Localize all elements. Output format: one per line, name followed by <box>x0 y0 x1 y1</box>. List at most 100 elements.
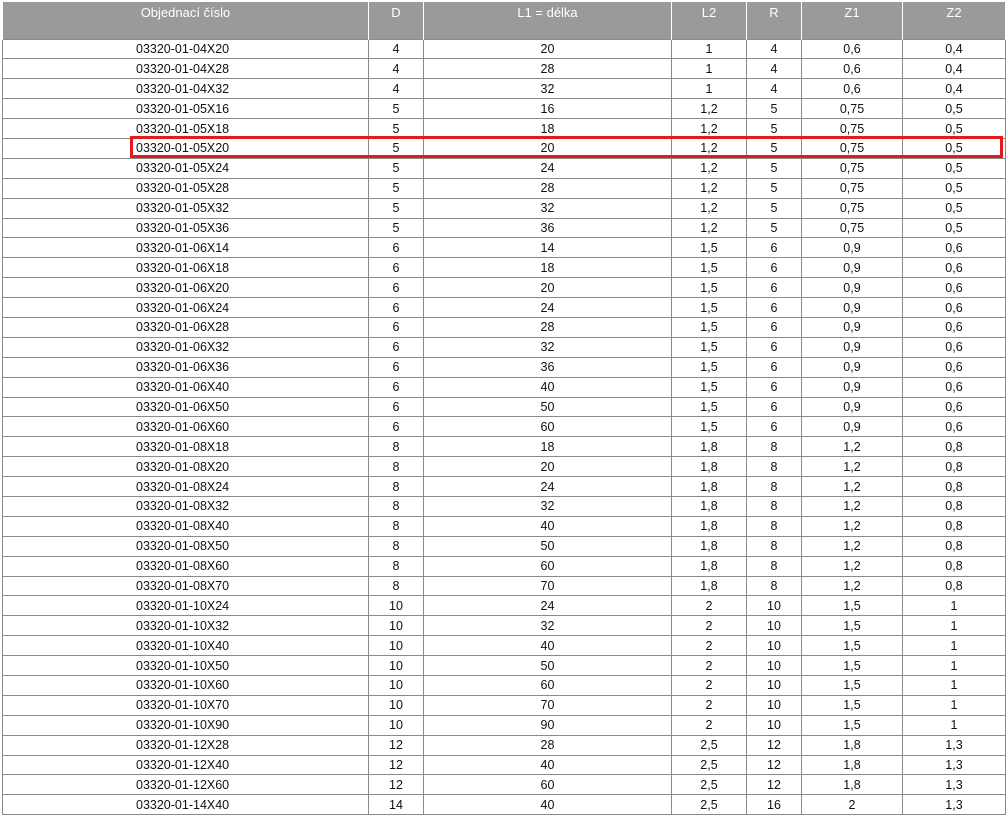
table-row: 03320-01-04X28 4 28 1 4 0,6 0,4 <box>2 58 1006 80</box>
cell-z2: 0,8 <box>902 515 1006 537</box>
cell-z2: 0,5 <box>902 118 1006 139</box>
cell-l2: 1,8 <box>671 495 747 517</box>
cell-d: 12 <box>368 774 424 796</box>
cell-l1-length: 20 <box>423 277 672 299</box>
cell-z2: 0,5 <box>902 137 1006 159</box>
cell-order-number: 03320-01-05X32 <box>2 197 369 219</box>
cell-z2: 1 <box>902 655 1006 676</box>
cell-z1: 0,9 <box>801 416 903 438</box>
cell-z1: 1,8 <box>801 754 903 776</box>
cell-z1: 1,5 <box>801 714 903 736</box>
cell-d: 4 <box>368 78 424 100</box>
cell-r: 8 <box>746 495 802 517</box>
cell-z2: 1 <box>902 675 1006 696</box>
cell-r: 10 <box>746 694 802 716</box>
column-header-l1-length: L1 = délka <box>423 2 672 39</box>
cell-r: 6 <box>746 237 802 259</box>
cell-d: 10 <box>368 615 424 637</box>
cell-order-number: 03320-01-06X14 <box>2 237 369 259</box>
cell-z1: 2 <box>801 794 903 816</box>
cell-l1-length: 24 <box>423 297 672 318</box>
cell-l2: 1,5 <box>671 336 747 358</box>
cell-l1-length: 24 <box>423 595 672 617</box>
cell-z2: 0,6 <box>902 336 1006 358</box>
cell-d: 5 <box>368 217 424 239</box>
cell-z2: 1,3 <box>902 754 1006 776</box>
cell-l1-length: 28 <box>423 316 672 338</box>
cell-l1-length: 28 <box>423 177 672 199</box>
cell-r: 16 <box>746 794 802 816</box>
cell-l1-length: 18 <box>423 118 672 139</box>
cell-order-number: 03320-01-10X90 <box>2 714 369 736</box>
cell-z1: 1,5 <box>801 694 903 716</box>
cell-z2: 0,6 <box>902 396 1006 418</box>
cell-l1-length: 32 <box>423 495 672 517</box>
cell-l2: 1,5 <box>671 316 747 338</box>
cell-l1-length: 18 <box>423 436 672 458</box>
table-row: 03320-01-10X60 10 60 2 10 1,5 1 <box>2 675 1006 696</box>
cell-l2: 1,5 <box>671 356 747 378</box>
cell-z2: 0,6 <box>902 376 1006 398</box>
cell-d: 8 <box>368 515 424 537</box>
cell-d: 8 <box>368 436 424 458</box>
cell-d: 8 <box>368 476 424 497</box>
cell-d: 8 <box>368 535 424 557</box>
cell-z2: 0,5 <box>902 157 1006 179</box>
cell-l1-length: 60 <box>423 416 672 438</box>
cell-l2: 2 <box>671 615 747 637</box>
cell-r: 10 <box>746 595 802 617</box>
cell-r: 5 <box>746 118 802 139</box>
cell-l1-length: 32 <box>423 615 672 637</box>
cell-r: 8 <box>746 456 802 478</box>
cell-l2: 1 <box>671 78 747 100</box>
cell-z2: 0,6 <box>902 297 1006 318</box>
cell-r: 8 <box>746 555 802 577</box>
cell-d: 6 <box>368 356 424 378</box>
cell-d: 6 <box>368 237 424 259</box>
cell-z2: 0,6 <box>902 237 1006 259</box>
cell-z1: 0,75 <box>801 217 903 239</box>
cell-z1: 0,9 <box>801 356 903 378</box>
cell-order-number: 03320-01-06X28 <box>2 316 369 338</box>
cell-z1: 0,9 <box>801 376 903 398</box>
cell-order-number: 03320-01-04X32 <box>2 78 369 100</box>
cell-l2: 1,2 <box>671 157 747 179</box>
table-row: 03320-01-10X32 10 32 2 10 1,5 1 <box>2 615 1006 637</box>
cell-r: 5 <box>746 217 802 239</box>
cell-r: 10 <box>746 615 802 637</box>
cell-z1: 1,8 <box>801 734 903 756</box>
cell-d: 10 <box>368 694 424 716</box>
cell-order-number: 03320-01-10X24 <box>2 595 369 617</box>
table-row: 03320-01-10X50 10 50 2 10 1,5 1 <box>2 655 1006 676</box>
cell-r: 12 <box>746 734 802 756</box>
cell-z2: 0,8 <box>902 535 1006 557</box>
cell-d: 12 <box>368 734 424 756</box>
cell-r: 5 <box>746 98 802 120</box>
cell-order-number: 03320-01-05X24 <box>2 157 369 179</box>
table-row: 03320-01-06X18 6 18 1,5 6 0,9 0,6 <box>2 257 1006 279</box>
table-row: 03320-01-08X32 8 32 1,8 8 1,2 0,8 <box>2 495 1006 517</box>
cell-order-number: 03320-01-10X50 <box>2 655 369 676</box>
cell-z1: 0,75 <box>801 98 903 120</box>
table-row: 03320-01-06X14 6 14 1,5 6 0,9 0,6 <box>2 237 1006 259</box>
cell-d: 6 <box>368 277 424 299</box>
cell-l1-length: 60 <box>423 774 672 796</box>
cell-l1-length: 16 <box>423 98 672 120</box>
cell-r: 10 <box>746 714 802 736</box>
table-row: 03320-01-06X32 6 32 1,5 6 0,9 0,6 <box>2 336 1006 358</box>
table-row: 03320-01-08X24 8 24 1,8 8 1,2 0,8 <box>2 476 1006 497</box>
cell-l1-length: 50 <box>423 655 672 676</box>
cell-z2: 0,8 <box>902 575 1006 597</box>
cell-order-number: 03320-01-05X18 <box>2 118 369 139</box>
cell-d: 6 <box>368 396 424 418</box>
table-row: 03320-01-10X40 10 40 2 10 1,5 1 <box>2 635 1006 657</box>
cell-z1: 0,9 <box>801 396 903 418</box>
cell-l1-length: 20 <box>423 38 672 60</box>
cell-r: 8 <box>746 515 802 537</box>
cell-r: 6 <box>746 356 802 378</box>
cell-z1: 0,9 <box>801 237 903 259</box>
table-row: 03320-01-12X60 12 60 2,5 12 1,8 1,3 <box>2 774 1006 796</box>
cell-order-number: 03320-01-08X70 <box>2 575 369 597</box>
cell-l1-length: 40 <box>423 794 672 816</box>
table-row: 03320-01-05X36 5 36 1,2 5 0,75 0,5 <box>2 217 1006 239</box>
